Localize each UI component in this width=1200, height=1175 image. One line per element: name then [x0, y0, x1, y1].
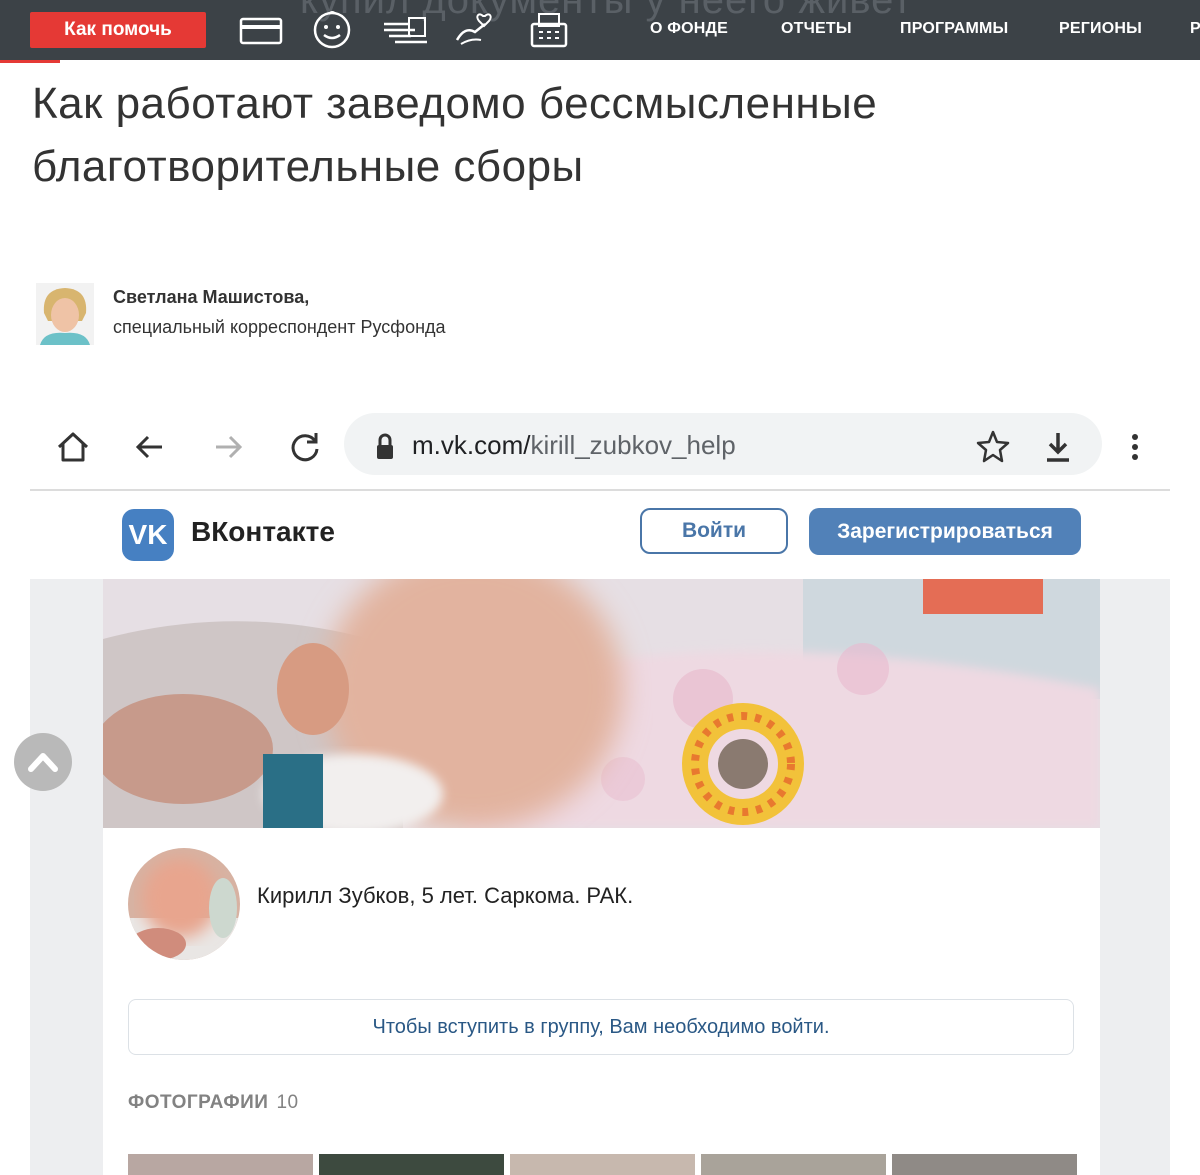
author-avatar — [36, 283, 94, 345]
photo-thumbnail[interactable] — [319, 1154, 504, 1175]
reload-icon[interactable] — [285, 427, 325, 467]
more-menu-icon[interactable] — [1115, 427, 1155, 467]
fax-icon[interactable] — [524, 10, 574, 50]
browser-toolbar: m.vk.com/kirill_zubkov_help — [30, 405, 1170, 490]
download-icon[interactable] — [1038, 427, 1078, 467]
register-button[interactable]: Зарегистрироваться — [809, 508, 1081, 555]
author-role: специальный корреспондент Русфонда — [113, 317, 446, 337]
url-text[interactable]: m.vk.com/kirill_zubkov_help — [412, 430, 736, 461]
url-host: m.vk.com/ — [412, 430, 531, 460]
photos-count: 10 — [276, 1092, 299, 1113]
photo-thumbnail[interactable] — [510, 1154, 695, 1175]
login-button[interactable]: Войти — [640, 508, 788, 554]
how-to-help-button[interactable]: Как помочь — [30, 12, 206, 48]
heart-hand-icon[interactable] — [451, 10, 501, 50]
chevron-up-icon — [28, 753, 58, 772]
join-group-notice[interactable]: Чтобы вступить в группу, Вам необходимо … — [128, 999, 1074, 1055]
nav-link-reports[interactable]: ОТЧЕТЫ — [781, 20, 852, 38]
url-path: kirill_zubkov_help — [530, 430, 736, 460]
forward-arrow-icon[interactable] — [208, 427, 248, 467]
group-info-card: Кирилл Зубков, 5 лет. Саркома. РАК. Чтоб… — [103, 828, 1100, 1175]
vk-header: VK ВКонтакте Войти Зарегистрироваться — [30, 491, 1170, 579]
home-icon[interactable] — [53, 427, 93, 467]
smiley-icon[interactable] — [307, 10, 357, 50]
article-title: Как работают заведомо бессмысленные благ… — [32, 79, 878, 191]
group-title: Кирилл Зубков, 5 лет. Саркома. РАК. — [257, 883, 634, 908]
nav-link-about[interactable]: О ФОНДЕ — [650, 20, 728, 38]
nav-accent-line — [0, 60, 60, 63]
card-icon[interactable] — [236, 10, 286, 50]
photos-label-text: ФОТОГРАФИИ — [128, 1092, 269, 1113]
hand-money-icon[interactable] — [381, 10, 431, 50]
site-nav: купил документы у неего живет Как помочь… — [0, 0, 1200, 60]
photo-thumbnail[interactable] — [128, 1154, 313, 1175]
vk-site-name[interactable]: ВКонтакте — [191, 516, 335, 548]
nav-link-cut[interactable]: Р — [1190, 20, 1200, 38]
vk-group-page: Кирилл Зубков, 5 лет. Саркома. РАК. Чтоб… — [30, 579, 1170, 1175]
group-avatar[interactable] — [128, 848, 240, 960]
photo-thumbnail[interactable] — [701, 1154, 886, 1175]
author-name[interactable]: Светлана Машистова, — [113, 287, 309, 308]
back-arrow-icon[interactable] — [130, 427, 170, 467]
lock-icon — [365, 427, 405, 467]
photo-thumbnail[interactable] — [892, 1154, 1077, 1175]
nav-link-regions[interactable]: РЕГИОНЫ — [1059, 20, 1142, 38]
scroll-to-top-button[interactable] — [14, 733, 72, 791]
star-icon[interactable] — [973, 427, 1013, 467]
vk-logo[interactable]: VK — [122, 509, 174, 561]
group-cover-photo — [103, 579, 1100, 828]
photos-section-label[interactable]: ФОТОГРАФИИ 10 — [128, 1092, 299, 1114]
nav-link-programs[interactable]: ПРОГРАММЫ — [900, 20, 1008, 38]
